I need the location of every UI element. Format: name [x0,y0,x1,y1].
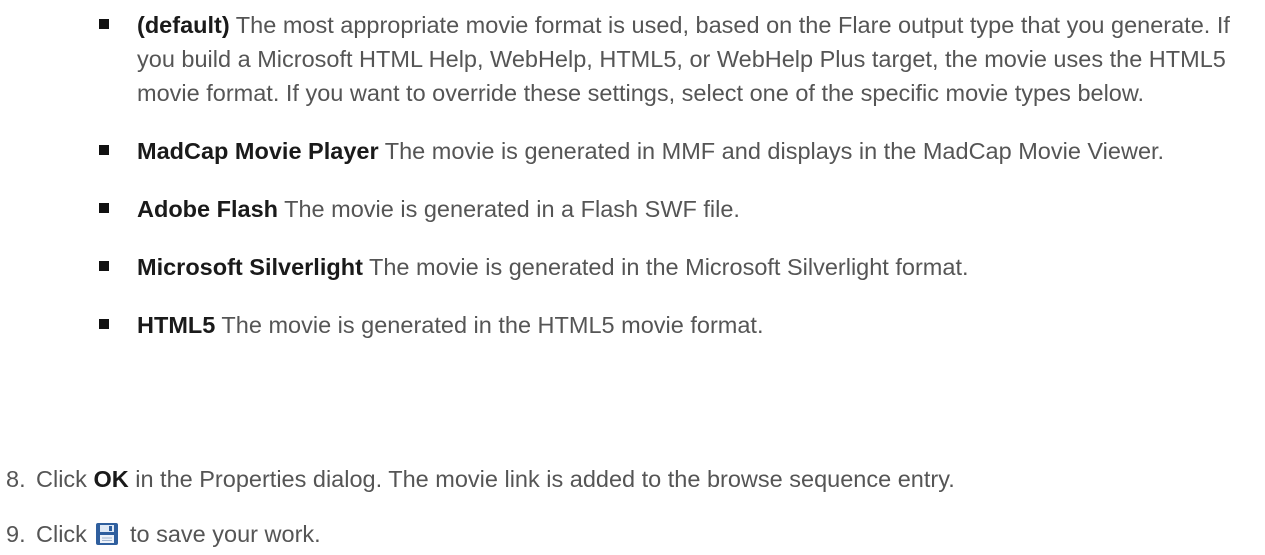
list-item: Microsoft Silverlight The movie is gener… [99,250,1239,284]
option-term: Microsoft Silverlight [137,254,363,280]
option-term: HTML5 [137,312,216,338]
document-page: (default) The most appropriate movie for… [0,0,1265,554]
bullet-square [99,145,109,155]
step-8: 8. Click OK in the Properties dialog. The… [6,462,1246,496]
step-number: 9. [6,521,26,547]
option-description: The movie is generated in the Microsoft … [362,254,969,280]
option-description: The movie is generated in a Flash SWF fi… [278,196,740,222]
bullet-square [99,319,109,329]
option-description: The movie is generated in MMF and displa… [378,138,1165,164]
step-number: 8. [6,466,26,492]
list-item: (default) The most appropriate movie for… [99,8,1239,110]
option-description: The movie is generated in the HTML5 movi… [215,312,764,338]
option-term: (default) [137,12,230,38]
list-item: HTML5 The movie is generated in the HTML… [99,308,1239,342]
list-item: MadCap Movie Player The movie is generat… [99,134,1239,168]
step-suffix: in the Properties dialog. The movie link… [128,466,955,492]
movie-format-list: (default) The most appropriate movie for… [99,8,1239,366]
step-prefix: Click [36,466,94,492]
list-item: Adobe Flash The movie is generated in a … [99,192,1239,226]
step-prefix: Click [36,521,94,547]
bullet-square [99,19,109,29]
option-term: MadCap Movie Player [137,138,379,164]
bullet-square [99,261,109,271]
bullet-square [99,203,109,213]
option-description: The most appropriate movie format is use… [137,12,1230,106]
ok-button-reference: OK [93,466,129,492]
option-term: Adobe Flash [137,196,279,222]
save-icon [95,521,119,545]
step-9: 9. Click to save your work. [6,517,1246,551]
step-suffix: to save your work. [123,521,321,547]
